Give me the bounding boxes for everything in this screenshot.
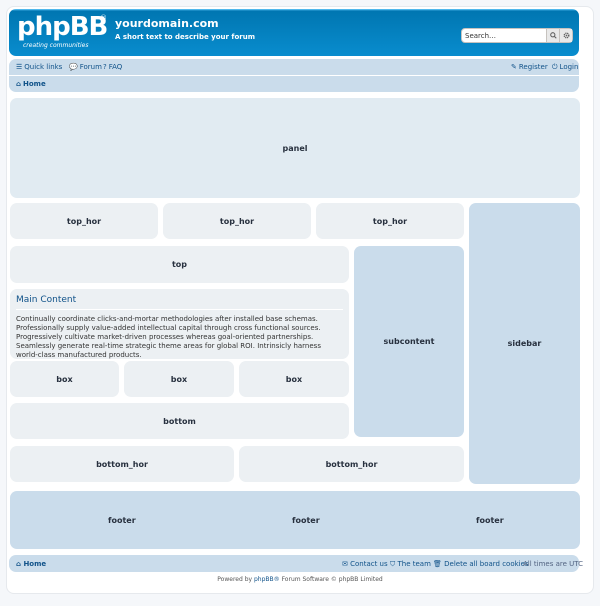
- contact-us-link[interactable]: ✉ Contact us: [342, 560, 388, 568]
- home-icon: ⌂: [16, 80, 22, 88]
- search-icon: [549, 32, 557, 39]
- footer-navbar: ⌂ Home ✉ Contact us ⛉ The team 🗑 Delete …: [9, 555, 583, 572]
- site-logo[interactable]: phpBB ® creating communities: [17, 12, 108, 52]
- delete-cookies-label: Delete all board cookies: [444, 560, 529, 568]
- forum-link[interactable]: 💬 Forum: [69, 63, 102, 71]
- the-team-label: The team: [397, 560, 431, 568]
- search-button[interactable]: [546, 29, 559, 42]
- main-content-text: Continually coordinate clicks-and-mortar…: [16, 315, 321, 359]
- breadcrumb-home[interactable]: ⌂ Home: [16, 80, 46, 88]
- quick-links-menu[interactable]: ☰ Quick links: [16, 63, 62, 71]
- hamburger-icon: ☰: [16, 63, 23, 71]
- bottom-hor-label: bottom_hor: [325, 459, 378, 469]
- panel-block: panel: [10, 98, 580, 198]
- top-hor-block-2: top_hor: [163, 203, 311, 239]
- quick-links-label: Quick links: [24, 63, 63, 71]
- register-label: Register: [518, 63, 548, 71]
- search-input[interactable]: [462, 29, 546, 42]
- copyright: Powered by phpBB® Forum Software © phpBB…: [0, 576, 600, 583]
- top-hor-label: top_hor: [372, 216, 408, 226]
- timezone-text: All times are UTC: [523, 560, 584, 568]
- faq-label: FAQ: [108, 63, 123, 71]
- edit-icon: ✎: [511, 63, 517, 71]
- login-link[interactable]: ⏻ Login: [552, 63, 578, 72]
- header-bar: phpBB ® creating communities yourdomain.…: [9, 9, 579, 56]
- sidebar-block: sidebar: [469, 203, 580, 484]
- bottom-label: bottom: [163, 416, 196, 426]
- top-hor-label: top_hor: [219, 216, 255, 226]
- top-hor-block-1: top_hor: [10, 203, 158, 239]
- bottom-block: bottom: [10, 403, 349, 439]
- footer-label-2: footer: [292, 515, 320, 525]
- main-content: Main Content Continually coordinate clic…: [10, 289, 349, 359]
- contact-us-label: Contact us: [350, 560, 388, 568]
- register-link[interactable]: ✎ Register: [511, 63, 548, 71]
- top-block: top: [10, 246, 349, 283]
- comments-icon: 💬: [69, 63, 78, 71]
- envelope-icon: ✉: [342, 560, 351, 568]
- box-block-3: box: [239, 361, 349, 397]
- advanced-search-button[interactable]: [559, 29, 572, 42]
- copyright-prefix: Powered by: [217, 576, 253, 583]
- copyright-suffix: Forum Software © phpBB Limited: [281, 576, 383, 583]
- gear-icon: [563, 32, 569, 39]
- box-label: box: [56, 374, 73, 384]
- faq-link[interactable]: ? FAQ: [103, 63, 122, 71]
- top-label: top: [171, 260, 188, 269]
- login-label: Login: [559, 63, 579, 71]
- footer-label-3: footer: [476, 515, 504, 525]
- search-box: [461, 28, 573, 43]
- bottom-hor-block-1: bottom_hor: [10, 446, 234, 482]
- breadcrumb-home-label: Home: [23, 80, 46, 88]
- site-title: yourdomain.com: [115, 17, 219, 30]
- logo-wordmark: phpBB: [17, 12, 108, 42]
- the-team-link[interactable]: ⛉ The team: [390, 560, 431, 569]
- logo-tagline: creating communities: [23, 42, 89, 49]
- phpbb-link[interactable]: phpBB®: [254, 576, 280, 583]
- box-label: box: [285, 374, 303, 384]
- bottom-hor-block-2: bottom_hor: [239, 446, 464, 482]
- trash-icon: 🗑: [433, 560, 445, 568]
- top-hor-label: top_hor: [66, 216, 102, 226]
- subcontent-block: subcontent: [354, 246, 464, 437]
- power-icon: ⏻: [552, 63, 558, 71]
- panel-label: panel: [282, 143, 308, 153]
- logo-registered-mark: ®: [100, 14, 107, 22]
- box-block-2: box: [124, 361, 234, 397]
- forum-label: Forum: [79, 63, 102, 71]
- box-label: box: [170, 374, 188, 384]
- site-description: A short text to describe your forum: [115, 33, 255, 41]
- navbar: ☰ Quick links 💬 Forum ? FAQ ✎ Register ⏻ Logi…: [9, 59, 579, 92]
- question-circle-icon: ?: [103, 63, 107, 71]
- main-content-title: Main Content: [16, 295, 343, 310]
- footer-label-1: footer: [108, 515, 136, 525]
- footer-home-label: Home: [23, 560, 47, 568]
- footer-home-link[interactable]: ⌂ Home: [16, 560, 46, 568]
- top-hor-block-3: top_hor: [316, 203, 464, 239]
- sidebar-label: sidebar: [507, 339, 542, 348]
- box-block-1: box: [10, 361, 119, 397]
- bottom-hor-label: bottom_hor: [96, 459, 148, 469]
- subcontent-label: subcontent: [383, 337, 435, 346]
- delete-cookies-link[interactable]: 🗑 Delete all board cookies: [433, 560, 529, 568]
- navbar-top-row: ☰ Quick links 💬 Forum ? FAQ ✎ Register ⏻ Logi…: [9, 59, 579, 76]
- footer-block: footer footer footer: [10, 491, 580, 549]
